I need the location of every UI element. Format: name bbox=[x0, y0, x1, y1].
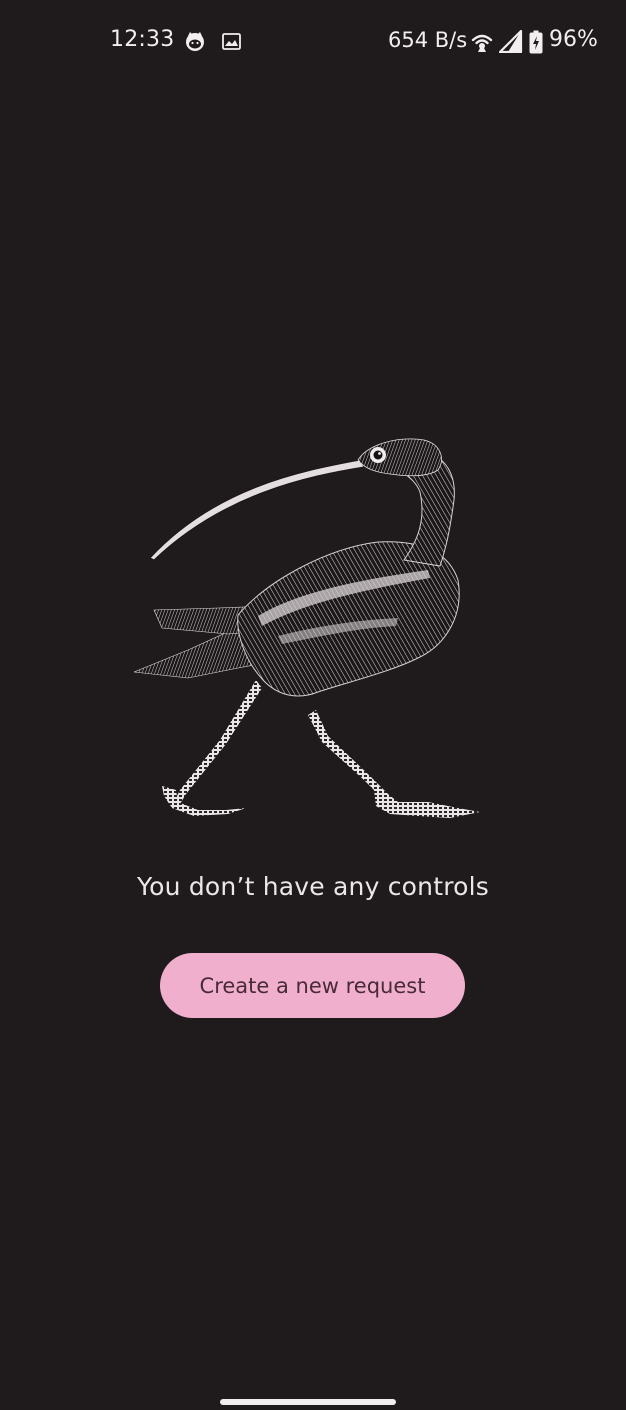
image-notification-icon bbox=[222, 33, 241, 50]
battery-percent: 96% bbox=[549, 27, 598, 52]
cat-notification-icon bbox=[186, 32, 204, 51]
status-bar: 12:33 654 B/s 96% bbox=[0, 0, 626, 84]
create-request-button[interactable]: Create a new request bbox=[160, 953, 465, 1018]
status-time: 12:33 bbox=[110, 27, 175, 52]
hotspot-icon bbox=[471, 34, 493, 52]
curlew-bird-icon bbox=[133, 438, 480, 818]
network-speed: 654 B/s bbox=[388, 28, 468, 52]
signal-icon bbox=[499, 30, 523, 53]
empty-state-message: You don’t have any controls bbox=[136, 872, 490, 901]
battery-charging-icon bbox=[529, 30, 543, 54]
create-request-button-label: Create a new request bbox=[199, 973, 426, 998]
home-indicator[interactable] bbox=[220, 1399, 396, 1405]
